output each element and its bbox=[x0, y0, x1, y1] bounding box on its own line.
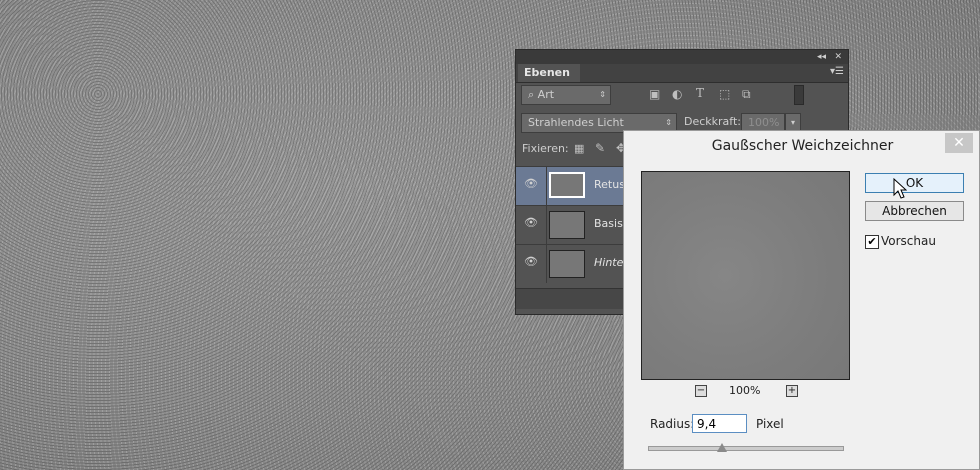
radius-slider[interactable] bbox=[648, 446, 844, 451]
type-filter-icon[interactable]: T bbox=[696, 86, 704, 100]
layer-filter-select[interactable]: ⌕ Art ⇕ bbox=[521, 85, 611, 105]
divider bbox=[546, 245, 547, 283]
toggle-filter-icon[interactable] bbox=[794, 85, 804, 105]
dialog-title: Gaußscher Weichzeichner bbox=[711, 138, 894, 154]
shape-filter-icon[interactable]: ⬚ bbox=[719, 87, 730, 101]
close-icon[interactable]: ✕ bbox=[945, 133, 973, 153]
zoom-out-icon[interactable]: − bbox=[695, 385, 707, 397]
eye-icon[interactable]: 👁 bbox=[524, 255, 538, 269]
lock-icon[interactable]: ▦ bbox=[574, 142, 584, 155]
radius-label: Radius: bbox=[650, 417, 695, 431]
preview-label: Vorschau bbox=[881, 234, 936, 248]
layer-thumbnail bbox=[549, 172, 585, 198]
panel-menu-icon[interactable]: ▾☰ bbox=[830, 66, 844, 77]
collapse-icon[interactable]: ◂◂ bbox=[817, 50, 826, 64]
blend-mode-value: Strahlendes Licht bbox=[528, 116, 624, 129]
cancel-button[interactable]: Abbrechen bbox=[865, 201, 964, 221]
eye-icon[interactable]: 👁 bbox=[524, 177, 538, 191]
layer-thumbnail bbox=[549, 211, 585, 239]
layer-name: Retus bbox=[594, 178, 625, 191]
ok-button[interactable]: OK bbox=[865, 173, 964, 193]
zoom-in-icon[interactable]: + bbox=[786, 385, 798, 397]
preview-checkbox[interactable]: ✔ bbox=[865, 235, 879, 249]
divider bbox=[546, 206, 547, 244]
close-icon[interactable]: ✕ bbox=[834, 50, 842, 64]
chevron-updown-icon: ⇕ bbox=[599, 90, 606, 99]
layer-name: Basis bbox=[594, 217, 623, 230]
layer-filter-value: Art bbox=[537, 88, 555, 101]
tab-layers[interactable]: Ebenen bbox=[518, 64, 580, 82]
radius-slider-thumb[interactable] bbox=[716, 443, 727, 452]
unit-label: Pixel bbox=[756, 417, 784, 431]
adjustment-filter-icon[interactable]: ◐ bbox=[672, 87, 682, 101]
divider bbox=[546, 167, 547, 205]
zoom-value: 100% bbox=[729, 384, 761, 397]
radius-input[interactable]: 9,4 bbox=[692, 414, 747, 433]
mouse-cursor-icon bbox=[893, 178, 907, 199]
opacity-label: Deckkraft: bbox=[684, 115, 741, 128]
search-icon: ⌕ bbox=[528, 88, 538, 101]
eye-icon[interactable]: 👁 bbox=[524, 216, 538, 230]
layer-thumbnail bbox=[549, 250, 585, 278]
smart-object-filter-icon[interactable]: ⧉ bbox=[742, 87, 751, 102]
gaussian-blur-dialog: Gaußscher Weichzeichner ✕ − 100% + OK Ab… bbox=[623, 130, 980, 470]
panel-top-strip: ◂◂ ✕ bbox=[516, 50, 848, 64]
blur-preview[interactable] bbox=[641, 171, 850, 380]
panel-tab-bar: Ebenen ▾☰ bbox=[516, 64, 848, 83]
image-filter-icon[interactable]: ▣ bbox=[649, 87, 660, 101]
brush-lock-icon[interactable]: ✎ bbox=[595, 141, 605, 155]
lock-label: Fixieren: bbox=[522, 142, 569, 155]
